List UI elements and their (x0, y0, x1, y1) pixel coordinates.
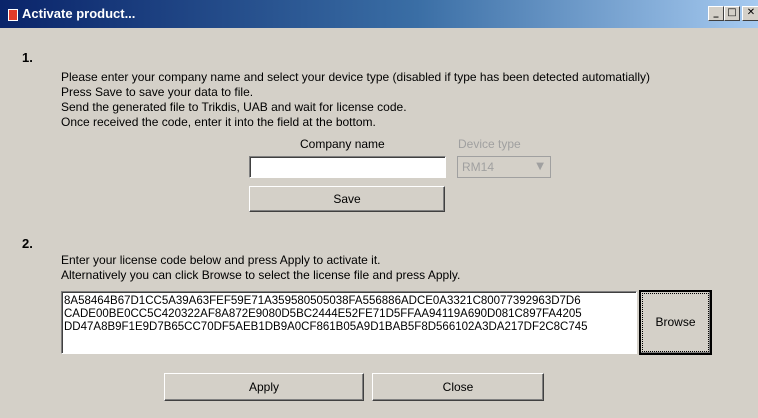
step-1-instruction-2: Press Save to save your data to file. (61, 85, 254, 99)
step-2-instruction-1: Enter your license code below and press … (61, 253, 381, 267)
maximize-button[interactable]: □ (724, 6, 740, 21)
company-name-label: Company name (300, 137, 385, 151)
save-button[interactable]: Save (249, 186, 445, 212)
step-1-number: 1. (22, 50, 33, 65)
title-bar[interactable]: Activate product... _ □ ✕ (0, 0, 758, 28)
step-1-instruction-1: Please enter your company name and selec… (61, 70, 651, 84)
step-1-instruction-4: Once received the code, enter it into th… (61, 115, 376, 129)
window-title: Activate product... (22, 6, 136, 21)
device-type-select[interactable]: RM14 ▼ (457, 156, 551, 178)
device-type-label: Device type (458, 137, 521, 151)
license-code-field[interactable]: 8A58464B67D1CC5A39A63FEF59E71A3595805050… (61, 291, 637, 354)
step-2-number: 2. (22, 236, 33, 251)
device-type-value: RM14 (462, 160, 495, 174)
apply-button-label: Apply (248, 380, 280, 394)
chevron-down-icon: ▼ (536, 161, 544, 172)
close-button-label: Close (442, 380, 474, 394)
app-icon (8, 9, 18, 21)
save-button-label: Save (333, 192, 361, 206)
step-2-instruction-2: Alternatively you can click Browse to se… (61, 268, 461, 282)
minimize-button[interactable]: _ (708, 6, 724, 21)
close-window-button[interactable]: ✕ (742, 6, 758, 21)
company-name-field[interactable] (249, 156, 446, 178)
close-button[interactable]: Close (372, 373, 544, 401)
browse-button-label: Browse (655, 315, 696, 329)
step-1-instruction-3: Send the generated file to Trikdis, UAB … (61, 100, 407, 114)
activate-product-dialog: Activate product... _ □ ✕ 1. Please ente… (0, 0, 758, 418)
browse-button[interactable]: Browse (639, 290, 712, 355)
apply-button[interactable]: Apply (164, 373, 364, 401)
